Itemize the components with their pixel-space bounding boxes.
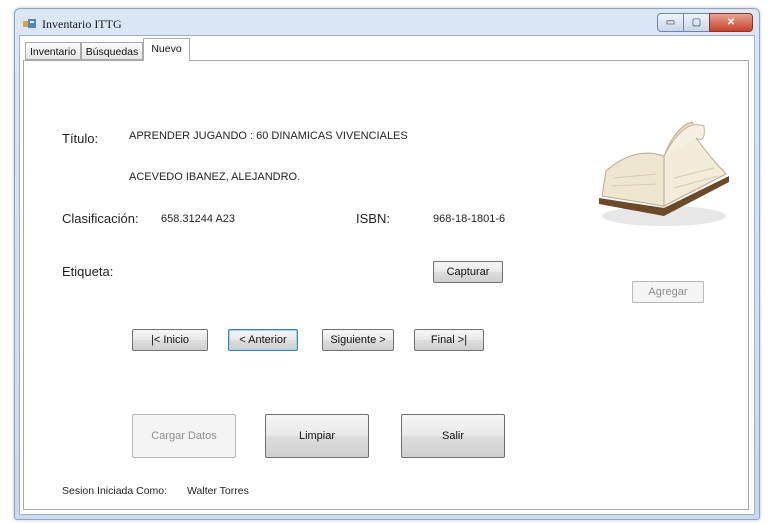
client-area: Inventario Búsquedas Nuevo Título: APREN… (19, 35, 755, 515)
tab-inventario[interactable]: Inventario (25, 42, 81, 60)
minimize-button[interactable]: ▭ (657, 13, 684, 32)
final-button[interactable]: Final >| (414, 329, 484, 351)
etiqueta-label: Etiqueta: (62, 264, 114, 279)
app-icon (23, 19, 36, 28)
clasificacion-label: Clasificación: (62, 211, 139, 226)
clasificacion-value: 658.31244 A23 (161, 213, 236, 225)
limpiar-button[interactable]: Limpiar (265, 414, 369, 458)
autor-value: ACEVEDO IBANEZ, ALEJANDRO. (129, 171, 301, 183)
siguiente-button[interactable]: Siguiente > (322, 329, 394, 351)
capturar-button[interactable]: Capturar (433, 261, 503, 283)
anterior-button[interactable]: < Anterior (228, 329, 298, 351)
tab-page-nuevo: Título: APRENDER JUGANDO : 60 DINAMICAS … (23, 60, 749, 510)
tab-nuevo[interactable]: Nuevo (143, 38, 190, 61)
minimize-icon: ▭ (665, 17, 676, 28)
session-user: Walter Torres (187, 485, 249, 497)
isbn-value: 968-18-1801-6 (433, 213, 506, 225)
tab-busquedas[interactable]: Búsquedas (81, 42, 143, 60)
agregar-button[interactable]: Agregar (632, 281, 704, 303)
window-controls: ▭ ▢ ✕ (657, 13, 753, 32)
salir-button[interactable]: Salir (401, 414, 505, 458)
titulo-label: Título: (62, 131, 99, 146)
app-window: Inventario ITTG ▭ ▢ ✕ Inventario Búsqued… (14, 8, 760, 520)
window-title: Inventario ITTG (42, 17, 122, 31)
maximize-button[interactable]: ▢ (683, 13, 710, 32)
titulo-value: APRENDER JUGANDO : 60 DINAMICAS VIVENCIA… (129, 130, 408, 142)
close-icon: ✕ (726, 17, 736, 28)
maximize-icon: ▢ (691, 17, 702, 28)
close-button[interactable]: ✕ (709, 13, 753, 32)
isbn-label: ISBN: (356, 211, 390, 226)
session-label: Sesion Iniciada Como: (62, 485, 168, 497)
inicio-button[interactable]: |< Inicio (132, 329, 208, 351)
open-book-icon (599, 121, 729, 226)
cargar-datos-button[interactable]: Cargar Datos (132, 414, 236, 458)
